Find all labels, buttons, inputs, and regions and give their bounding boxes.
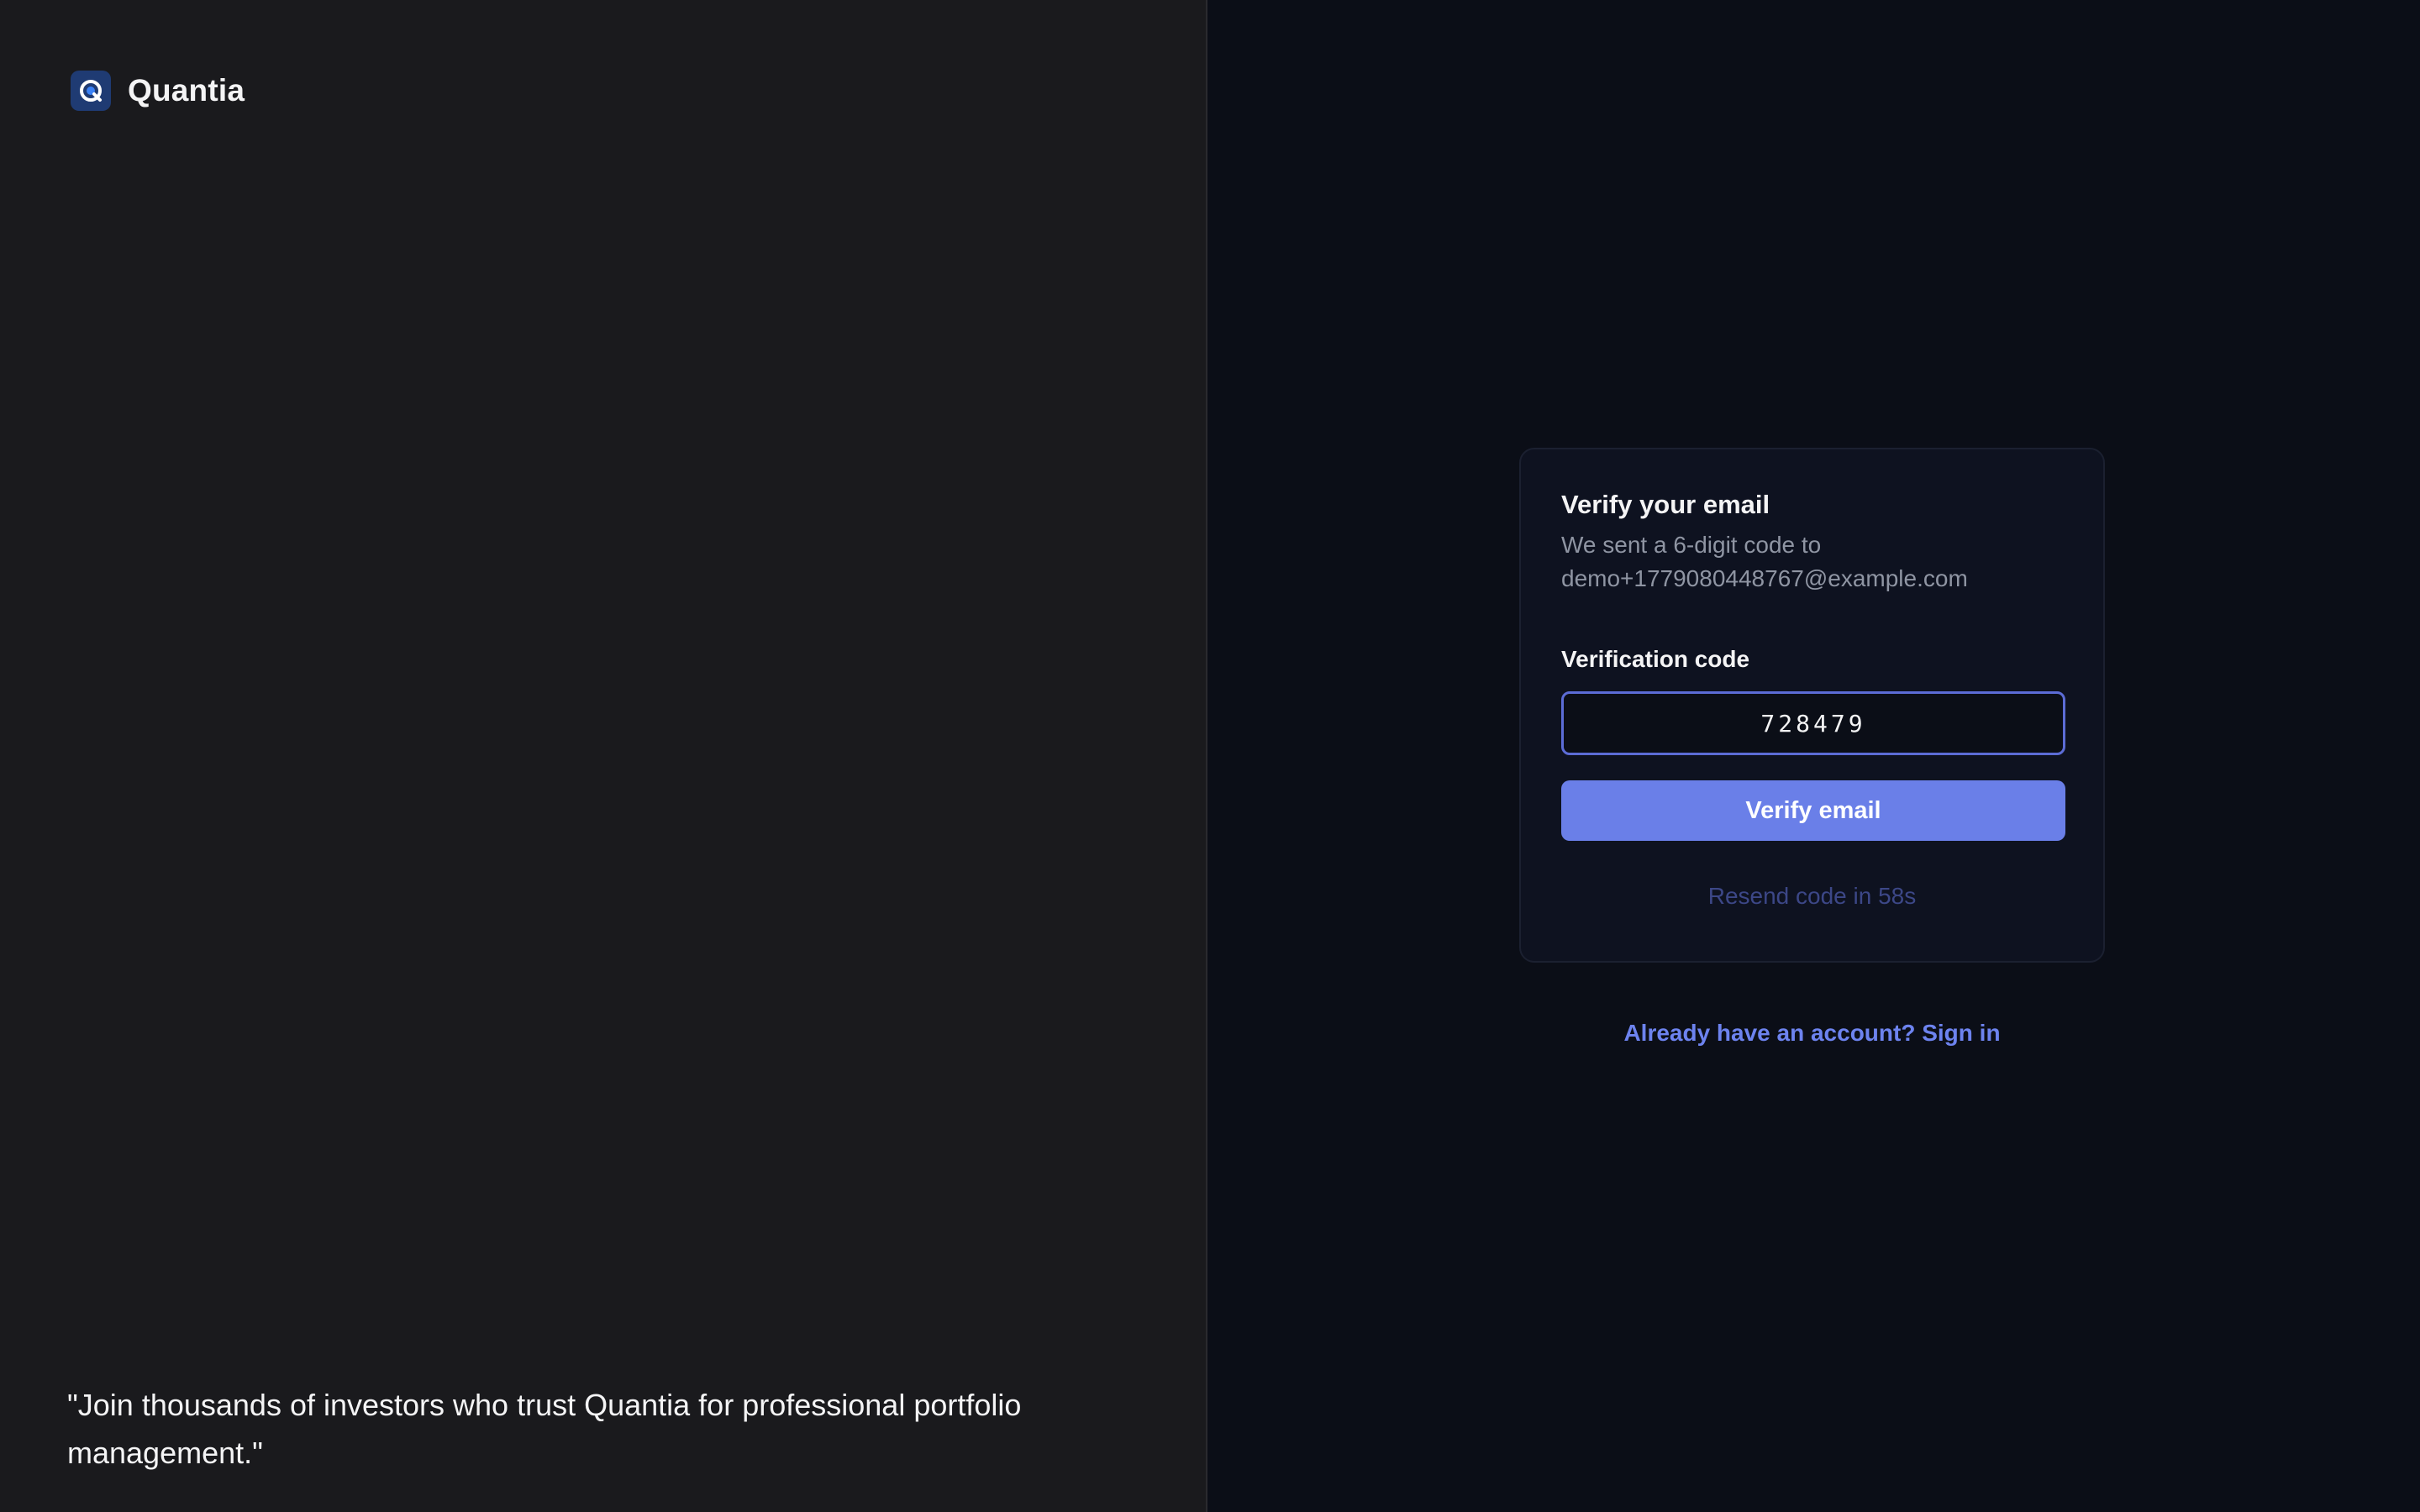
- subtitle-text: We sent a 6-digit code to: [1561, 532, 1822, 558]
- form-panel: Verify your email We sent a 6-digit code…: [1207, 0, 2420, 1512]
- card-title: Verify your email: [1561, 490, 1770, 519]
- sign-in-link[interactable]: Already have an account? Sign in: [1519, 1016, 2105, 1050]
- verify-email-button[interactable]: Verify email: [1561, 780, 2065, 841]
- brand-name: Quantia: [128, 73, 245, 108]
- verification-code-label: Verification code: [1561, 646, 1750, 672]
- brand-header: Quantia: [71, 71, 245, 111]
- testimonial-quote: "Join thousands of investors who trust Q…: [67, 1388, 1022, 1470]
- verification-code-input[interactable]: [1561, 691, 2065, 755]
- brand-panel: Quantia "Join thousands of investors who…: [0, 0, 1207, 1512]
- verify-email-card: Verify your email We sent a 6-digit code…: [1519, 448, 2105, 963]
- card-subtitle: We sent a 6-digit code to demo+177908044…: [1561, 528, 2063, 596]
- resend-code-countdown: Resend code in 58s: [1707, 883, 1917, 909]
- recipient-email: demo+1779080448767@example.com: [1561, 565, 1968, 591]
- q-logo-icon: [71, 71, 111, 111]
- signup-verify-page: Quantia "Join thousands of investors who…: [0, 0, 2420, 1512]
